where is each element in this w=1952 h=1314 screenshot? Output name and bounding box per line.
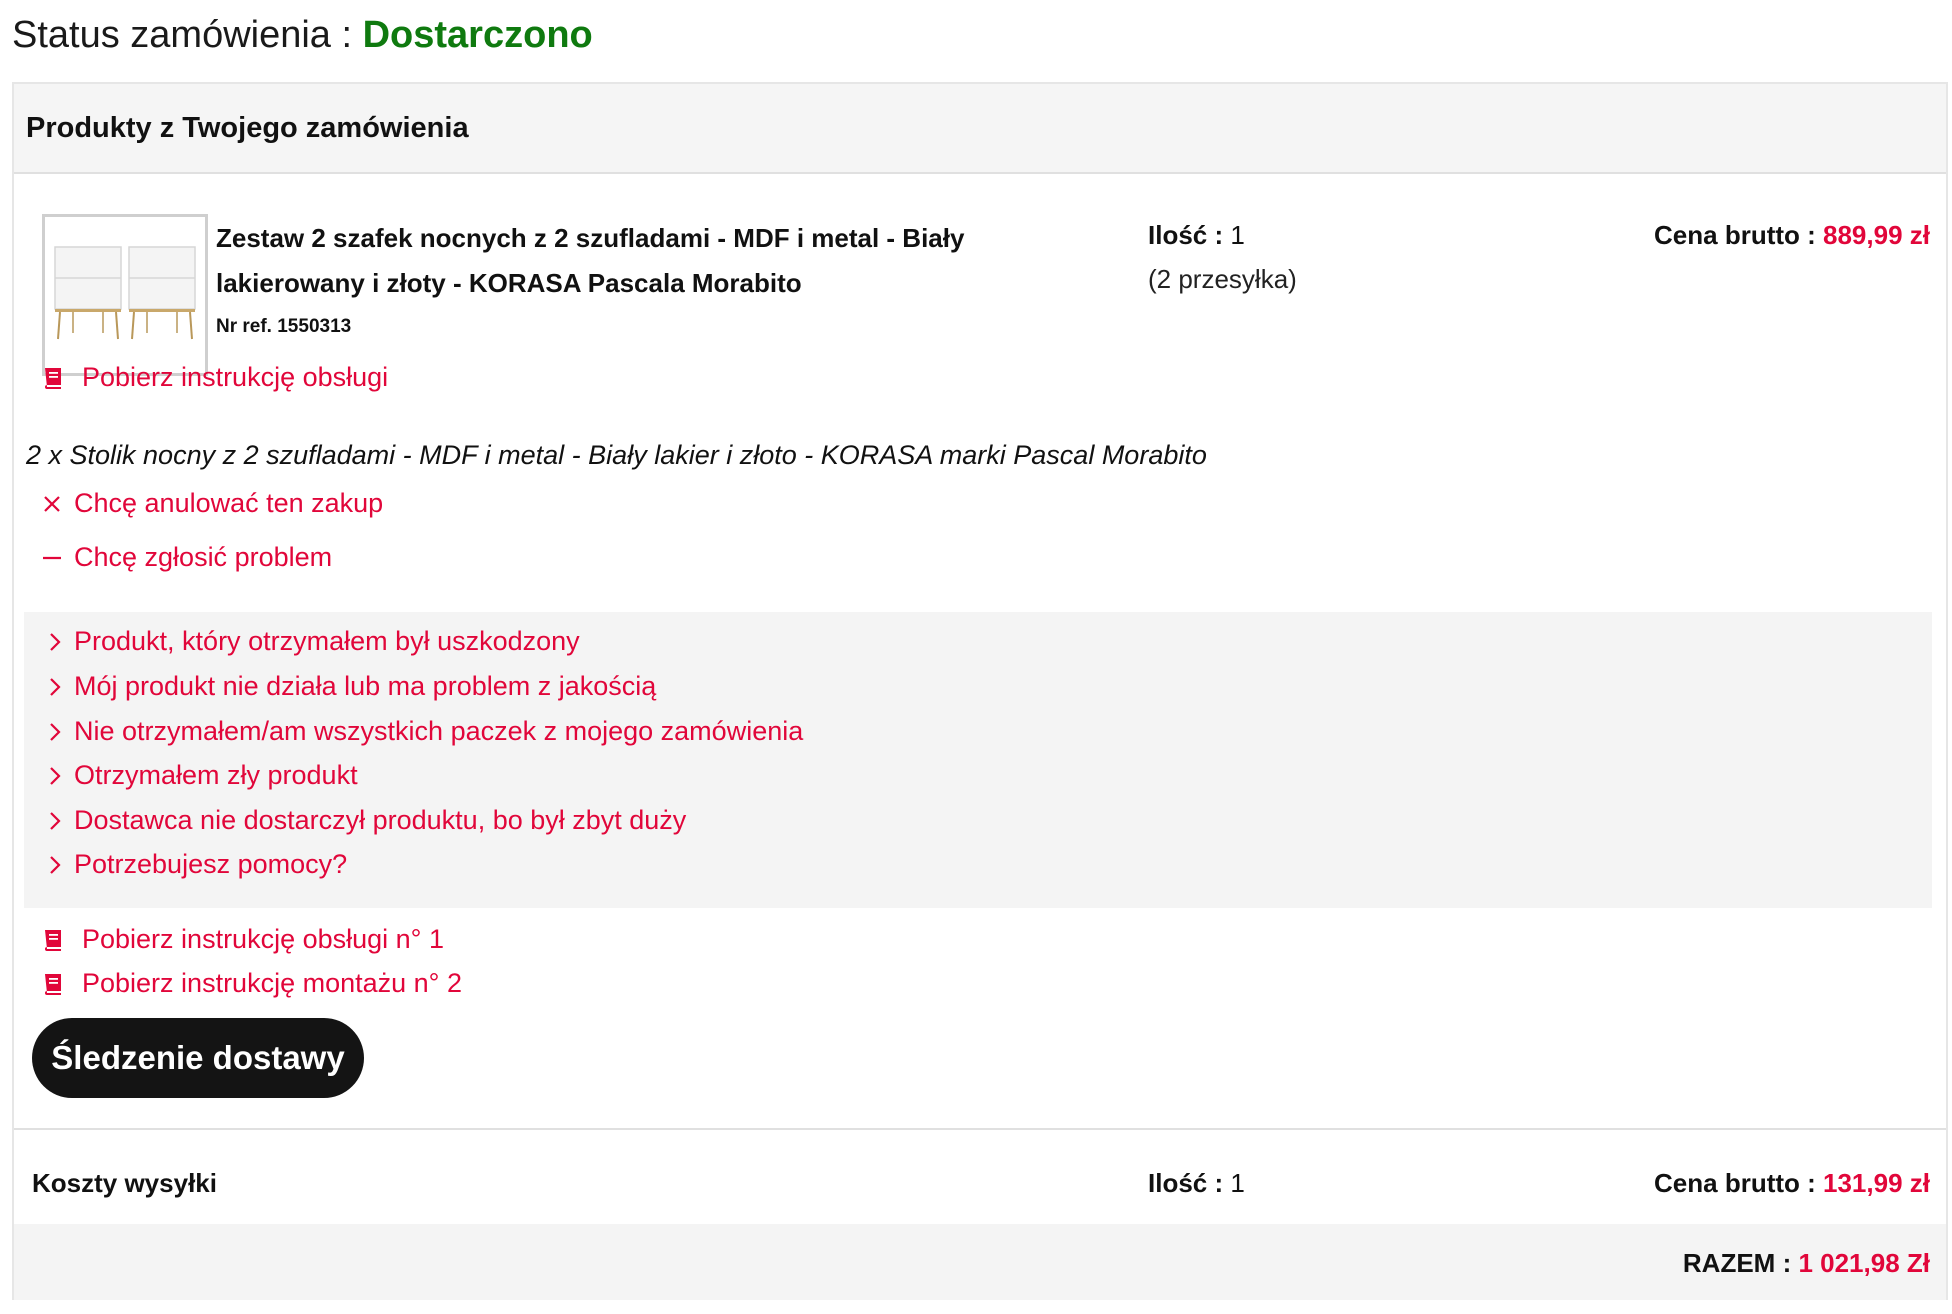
report-problem-link[interactable]: Chcę zgłosić problem [42, 542, 332, 573]
shipping-cost-row: Koszty wysyłki Ilość : 1 Cena brutto : 1… [14, 1128, 1946, 1224]
shipping-price-label: Cena brutto : [1654, 1168, 1824, 1198]
download-manual-1-label: Pobierz instrukcję obsługi n° 1 [82, 924, 444, 954]
order-status: Status zamówienia : Dostarczono [12, 14, 593, 57]
problem-option-label: Dostawca nie dostarczył produktu, bo był… [74, 805, 687, 835]
problem-option[interactable]: Dostawca nie dostarczył produktu, bo był… [48, 805, 686, 836]
download-assembly-2-link[interactable]: Pobierz instrukcję montażu n° 2 [42, 968, 462, 999]
product-price: Cena brutto : 889,99 zł [1654, 220, 1930, 251]
chevron-right-icon [50, 855, 61, 874]
problem-option-label: Produkt, który otrzymałem był uszkodzony [74, 626, 580, 656]
download-manual-1-link[interactable]: Pobierz instrukcję obsługi n° 1 [42, 924, 444, 955]
problem-option-label: Nie otrzymałem/am wszystkich paczek z mo… [74, 716, 804, 746]
shipment-note: (2 przesyłka) [1148, 264, 1297, 294]
minus-icon [43, 556, 61, 559]
order-products-panel: Produkty z Twojego zamówienia Zestaw 2 s… [12, 82, 1948, 1300]
panel-title: Produkty z Twojego zamówienia [26, 112, 469, 144]
book-icon [45, 973, 61, 995]
chevron-right-icon [50, 766, 61, 785]
problem-option[interactable]: Produkt, który otrzymałem był uszkodzony [48, 626, 580, 657]
problem-option[interactable]: Potrzebujesz pomocy? [48, 849, 347, 880]
shipping-quantity-value: 1 [1230, 1168, 1245, 1198]
download-manual-label: Pobierz instrukcję obsługi [82, 362, 389, 392]
quantity-value: 1 [1230, 220, 1245, 250]
problem-option-label: Otrzymałem zły produkt [74, 760, 358, 790]
set-description: 2 x Stolik nocny z 2 szufladami - MDF i … [26, 440, 1207, 470]
product-quantity: Ilość : 1 [1148, 220, 1245, 251]
book-icon [45, 367, 61, 389]
problem-options: Produkt, który otrzymałem był uszkodzony… [24, 612, 1932, 908]
shipping-quantity: Ilość : 1 [1148, 1168, 1245, 1199]
cancel-purchase-link[interactable]: Chcę anulować ten zakup [42, 488, 383, 519]
report-problem-label: Chcę zgłosić problem [74, 542, 333, 572]
order-total-value: 1 021,98 Zł [1798, 1248, 1930, 1278]
chevron-right-icon [50, 722, 61, 741]
product-name[interactable]: Zestaw 2 szafek nocnych z 2 szufladami -… [216, 216, 1036, 306]
order-total-row: RAZEM : 1 021,98 Zł [14, 1224, 1946, 1300]
cancel-purchase-label: Chcę anulować ten zakup [74, 488, 384, 518]
chevron-right-icon [50, 632, 61, 651]
problem-option-label: Potrzebujesz pomocy? [74, 849, 348, 879]
track-delivery-button[interactable]: Śledzenie dostawy [32, 1018, 364, 1098]
price-value: 889,99 zł [1823, 220, 1930, 250]
product-reference: Nr ref. 1550313 [216, 316, 352, 337]
book-icon [45, 929, 61, 951]
chevron-right-icon [50, 677, 61, 696]
price-label: Cena brutto : [1654, 220, 1824, 250]
chevron-right-icon [50, 811, 61, 830]
problem-option[interactable]: Mój produkt nie działa lub ma problem z … [48, 671, 656, 702]
panel-header: Produkty z Twojego zamówienia [14, 84, 1946, 174]
close-icon [44, 495, 60, 512]
quantity-label: Ilość : [1148, 220, 1231, 250]
order-status-value: Dostarczono [362, 14, 593, 56]
shipping-quantity-label: Ilość : [1148, 1168, 1231, 1198]
shipping-price: Cena brutto : 131,99 zł [1654, 1168, 1930, 1199]
product-image[interactable] [42, 214, 208, 376]
order-status-label: Status zamówienia : [12, 14, 363, 56]
order-total: RAZEM : 1 021,98 Zł [1683, 1248, 1930, 1279]
problem-option[interactable]: Otrzymałem zły produkt [48, 760, 358, 791]
download-manual-link[interactable]: Pobierz instrukcję obsługi [42, 362, 388, 393]
problem-option-label: Mój produkt nie działa lub ma problem z … [74, 671, 657, 701]
problem-option[interactable]: Nie otrzymałem/am wszystkich paczek z mo… [48, 716, 803, 747]
nightstand-set-image [45, 217, 205, 373]
order-total-label: RAZEM : [1682, 1248, 1799, 1278]
download-assembly-2-label: Pobierz instrukcję montażu n° 2 [82, 968, 462, 998]
shipping-label: Koszty wysyłki [32, 1168, 217, 1198]
shipping-price-value: 131,99 zł [1823, 1168, 1930, 1198]
